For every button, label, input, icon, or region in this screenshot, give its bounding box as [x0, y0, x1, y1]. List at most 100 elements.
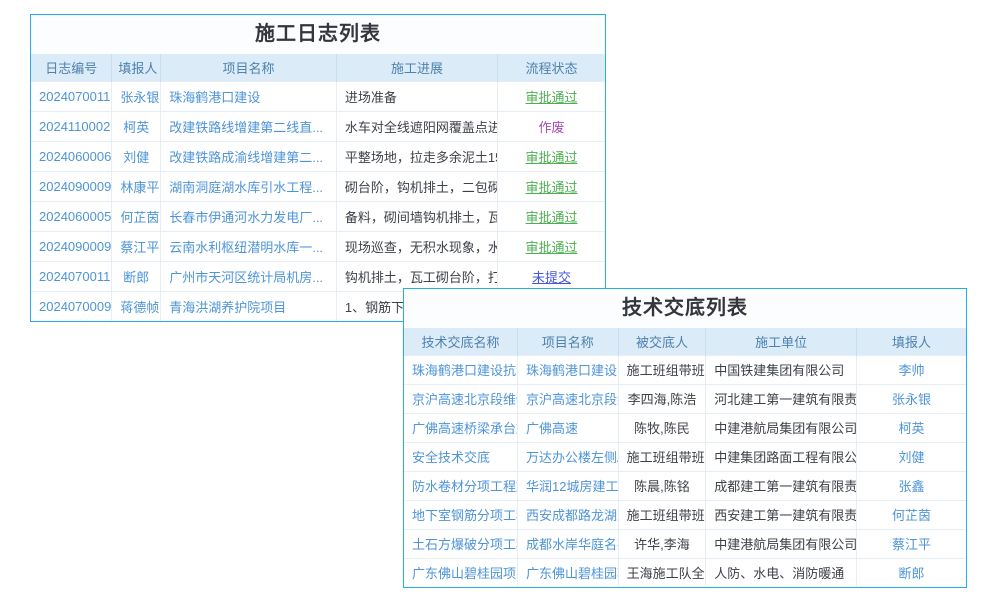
cell-unit: 中建港航局集团有限公司: [706, 413, 857, 442]
cell-project[interactable]: 湖南洞庭湖水库引水工程...: [161, 171, 337, 201]
cell-recipient: 陈晨,陈铭: [618, 471, 706, 500]
cell-reporter[interactable]: 蔡江平: [112, 231, 161, 261]
technical-disclosure-table: 技术交底名称项目名称被交底人施工单位填报人珠海鹤港口建设抗浮...珠海鹤港口建设…: [404, 328, 966, 587]
cell-disclosure-name[interactable]: 地下室钢筋分项工程...: [404, 500, 518, 529]
cell-project[interactable]: 西安成都路龙湖上...: [518, 500, 619, 529]
technical-disclosure-title: 技术交底列表: [404, 289, 966, 328]
cell-reporter[interactable]: 张永银: [856, 384, 966, 413]
cell-disclosure-name[interactable]: 防水卷材分项工程施...: [404, 471, 518, 500]
cell-reporter[interactable]: 断郎: [856, 558, 966, 587]
column-header-unit: 施工单位: [706, 328, 857, 355]
cell-unit: 中建集团路面工程有限公司: [706, 442, 857, 471]
cell-progress: 进场准备: [336, 81, 497, 111]
cell-reporter[interactable]: 柯英: [112, 111, 161, 141]
table-row: 地下室钢筋分项工程...西安成都路龙湖上...施工班组带班...西安建工第一建筑…: [404, 500, 966, 529]
cell-project[interactable]: 改建铁路线增建第二线直...: [161, 111, 337, 141]
cell-unit: 河北建工第一建筑有限责任公司: [706, 384, 857, 413]
column-header-disclosure-name: 技术交底名称: [404, 328, 518, 355]
cell-unit: 人防、水电、消防暖通: [706, 558, 857, 587]
cell-project[interactable]: 长春市伊通河水力发电厂...: [161, 201, 337, 231]
cell-disclosure-name[interactable]: 珠海鹤港口建设抗浮...: [404, 355, 518, 384]
cell-project[interactable]: 京沪高速北京段维修: [518, 384, 619, 413]
construction-log-table: 日志编号填报人项目名称施工进展流程状态2024070011张永银珠海鹤港口建设进…: [31, 54, 605, 321]
cell-recipient: 王海施工队全队: [618, 558, 706, 587]
cell-project[interactable]: 珠海鹤港口建设: [518, 355, 619, 384]
cell-status[interactable]: 审批通过: [498, 81, 605, 111]
cell-disclosure-name[interactable]: 安全技术交底: [404, 442, 518, 471]
cell-project[interactable]: 广佛高速: [518, 413, 619, 442]
cell-progress: 水车对全线遮阳网覆盖点进行...: [336, 111, 497, 141]
technical-disclosure-panel: 技术交底列表 技术交底名称项目名称被交底人施工单位填报人珠海鹤港口建设抗浮...…: [403, 288, 967, 588]
table-row: 2024110002柯英改建铁路线增建第二线直...水车对全线遮阳网覆盖点进行.…: [31, 111, 605, 141]
cell-recipient: 李四海,陈浩: [618, 384, 706, 413]
cell-reporter[interactable]: 张永银: [112, 81, 161, 111]
cell-reporter[interactable]: 张鑫: [856, 471, 966, 500]
cell-progress: 现场巡查，无积水现象，水马...: [336, 231, 497, 261]
cell-progress: 钩机排土，瓦工砌台阶，打地...: [336, 261, 497, 291]
cell-log-no[interactable]: 2024070009: [31, 291, 112, 321]
table-row: 2024070011张永银珠海鹤港口建设进场准备审批通过: [31, 81, 605, 111]
table-row: 广佛高速桥梁承台施...广佛高速陈牧,陈民中建港航局集团有限公司柯英: [404, 413, 966, 442]
cell-disclosure-name[interactable]: 广东佛山碧桂园项目...: [404, 558, 518, 587]
cell-status[interactable]: 未提交: [498, 261, 605, 291]
header-row: 日志编号填报人项目名称施工进展流程状态: [31, 54, 605, 81]
column-header-reporter: 填报人: [112, 54, 161, 81]
cell-project[interactable]: 万达办公楼左侧A...: [518, 442, 619, 471]
cell-unit: 中国铁建集团有限公司: [706, 355, 857, 384]
cell-reporter[interactable]: 刘健: [856, 442, 966, 471]
cell-disclosure-name[interactable]: 土石方爆破分项工程...: [404, 529, 518, 558]
cell-disclosure-name[interactable]: 广佛高速桥梁承台施...: [404, 413, 518, 442]
cell-reporter[interactable]: 何芷茵: [112, 201, 161, 231]
cell-reporter[interactable]: 蔡江平: [856, 529, 966, 558]
column-header-reporter: 填报人: [856, 328, 966, 355]
cell-log-no[interactable]: 2024090009: [31, 171, 112, 201]
cell-disclosure-name[interactable]: 京沪高速北京段维修...: [404, 384, 518, 413]
cell-log-no[interactable]: 2024060006: [31, 141, 112, 171]
construction-log-title: 施工日志列表: [31, 15, 605, 54]
cell-progress: 砌台阶，钩机排土，二包砌间...: [336, 171, 497, 201]
table-row: 2024060005何芷茵长春市伊通河水力发电厂...备料，砌间墙钩机排土，瓦工…: [31, 201, 605, 231]
cell-status[interactable]: 审批通过: [498, 201, 605, 231]
column-header-log-no: 日志编号: [31, 54, 112, 81]
header-row: 技术交底名称项目名称被交底人施工单位填报人: [404, 328, 966, 355]
table-row: 珠海鹤港口建设抗浮...珠海鹤港口建设施工班组带班...中国铁建集团有限公司李帅: [404, 355, 966, 384]
cell-unit: 中建港航局集团有限公司: [706, 529, 857, 558]
cell-project[interactable]: 广州市天河区统计局机房...: [161, 261, 337, 291]
cell-project[interactable]: 珠海鹤港口建设: [161, 81, 337, 111]
column-header-project: 项目名称: [518, 328, 619, 355]
cell-reporter[interactable]: 蒋德帧: [112, 291, 161, 321]
cell-recipient: 施工班组带班...: [618, 500, 706, 529]
cell-project[interactable]: 改建铁路成渝线增建第二...: [161, 141, 337, 171]
cell-status[interactable]: 审批通过: [498, 171, 605, 201]
cell-unit: 成都建工第一建筑有限责任公司: [706, 471, 857, 500]
column-header-status: 流程状态: [498, 54, 605, 81]
cell-project[interactable]: 成都水岸华庭名苑...: [518, 529, 619, 558]
cell-reporter[interactable]: 断郎: [112, 261, 161, 291]
cell-reporter[interactable]: 何芷茵: [856, 500, 966, 529]
cell-progress: 备料，砌间墙钩机排土，瓦工...: [336, 201, 497, 231]
table-row: 广东佛山碧桂园项目...广东佛山碧桂园项目王海施工队全队人防、水电、消防暖通断郎: [404, 558, 966, 587]
cell-project[interactable]: 青海洪湖养护院项目: [161, 291, 337, 321]
cell-reporter[interactable]: 李帅: [856, 355, 966, 384]
table-row: 2024090009林康平湖南洞庭湖水库引水工程...砌台阶，钩机排土，二包砌间…: [31, 171, 605, 201]
cell-log-no[interactable]: 2024110002: [31, 111, 112, 141]
cell-progress: 平整场地，拉走多余泥土15辆...: [336, 141, 497, 171]
column-header-recipient: 被交底人: [618, 328, 706, 355]
cell-log-no[interactable]: 2024070011: [31, 261, 112, 291]
cell-status[interactable]: 审批通过: [498, 231, 605, 261]
cell-project[interactable]: 广东佛山碧桂园项目: [518, 558, 619, 587]
cell-project[interactable]: 华润12城房建工...: [518, 471, 619, 500]
cell-project[interactable]: 云南水利枢纽潜明水库一...: [161, 231, 337, 261]
cell-log-no[interactable]: 2024060005: [31, 201, 112, 231]
table-row: 防水卷材分项工程施...华润12城房建工...陈晨,陈铭成都建工第一建筑有限责任…: [404, 471, 966, 500]
table-row: 2024060006刘健改建铁路成渝线增建第二...平整场地，拉走多余泥土15辆…: [31, 141, 605, 171]
table-row: 土石方爆破分项工程...成都水岸华庭名苑...许华,李海中建港航局集团有限公司蔡…: [404, 529, 966, 558]
cell-reporter[interactable]: 柯英: [856, 413, 966, 442]
cell-log-no[interactable]: 2024070011: [31, 81, 112, 111]
cell-log-no[interactable]: 2024090009: [31, 231, 112, 261]
cell-reporter[interactable]: 刘健: [112, 141, 161, 171]
cell-status[interactable]: 作废: [498, 111, 605, 141]
cell-status[interactable]: 审批通过: [498, 141, 605, 171]
cell-reporter[interactable]: 林康平: [112, 171, 161, 201]
table-row: 2024090009蔡江平云南水利枢纽潜明水库一...现场巡查，无积水现象，水马…: [31, 231, 605, 261]
